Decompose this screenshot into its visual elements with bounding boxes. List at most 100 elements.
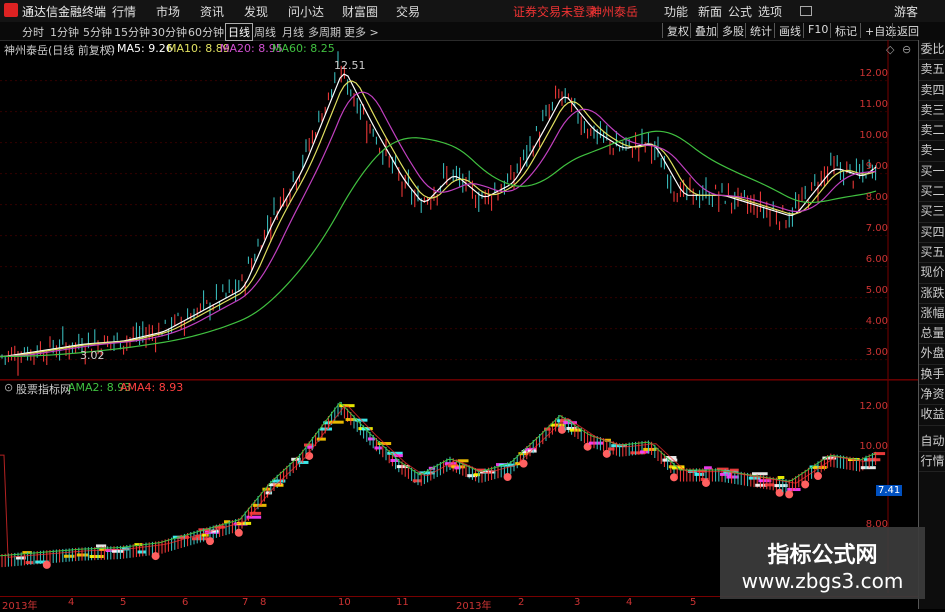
signal-mark: [374, 446, 382, 450]
btn-back[interactable]: 返回: [892, 23, 919, 38]
period-weekly[interactable]: 周线: [254, 24, 276, 40]
x-label: 2013年: [456, 601, 492, 612]
x-label: 3: [574, 597, 581, 608]
btn-overlay[interactable]: 叠加: [690, 23, 717, 38]
ama4-legend: AMA4: 8.93: [120, 381, 184, 394]
ma-line: [0, 130, 877, 358]
x-label: 2: [518, 597, 525, 608]
watermark-url: www.zbgs3.com: [741, 569, 904, 593]
side-tab-quotes[interactable]: 行情: [919, 452, 945, 473]
side-panel: 委比 卖五 卖四 卖三 卖二 卖一 买一 买二 买三 买四 买五 现价 涨跌 涨…: [918, 40, 945, 609]
btn-draw[interactable]: 画线: [774, 23, 801, 38]
guest-label[interactable]: 游客: [894, 3, 918, 20]
x-label: 5: [120, 597, 127, 608]
period-toolbar: 分时 1分钟 5分钟 15分钟 30分钟 60分钟 日线 周线 月线 多周期 更…: [0, 22, 945, 41]
side-tab[interactable]: 卖一: [919, 141, 945, 162]
side-tab[interactable]: 涨跌: [919, 284, 945, 304]
indicator-settings-icon[interactable]: ⊙: [4, 381, 13, 394]
period-daily[interactable]: 日线: [225, 23, 253, 41]
y-label: 12.00: [859, 68, 888, 79]
btn-mark[interactable]: 标记: [830, 23, 857, 38]
menu-new-page[interactable]: 新面: [698, 3, 722, 20]
menu-trade[interactable]: 交易: [396, 3, 420, 20]
login-status[interactable]: 证券交易未登录: [513, 3, 597, 20]
signal-dot: [503, 473, 512, 482]
kline-chart[interactable]: 神州泰岳(日线 前复权) ⊙ MA5: 9.26 MA10: 8.89 MA20…: [0, 40, 918, 385]
side-tab[interactable]: 买四: [919, 223, 945, 243]
period-monthly[interactable]: 月线: [282, 24, 304, 40]
side-tab[interactable]: 卖二: [919, 121, 945, 142]
high-annotation: 12.51: [334, 59, 366, 72]
period-60min[interactable]: 60分钟: [188, 24, 224, 40]
side-tab[interactable]: 换手: [919, 365, 945, 386]
low-annotation: 3.02: [80, 349, 105, 362]
side-tab[interactable]: 外盘: [919, 344, 945, 365]
collapse-icon[interactable]: ⊖: [902, 43, 911, 56]
ma-line: [0, 73, 877, 358]
period-5min[interactable]: 5分钟: [83, 24, 112, 40]
signal-mark: [726, 475, 739, 479]
period-timeshare[interactable]: 分时: [22, 24, 44, 40]
side-tab[interactable]: 委比: [919, 40, 945, 61]
menu-discover[interactable]: 发现: [244, 3, 268, 20]
side-tab[interactable]: 卖四: [919, 81, 945, 101]
period-30min[interactable]: 30分钟: [151, 24, 187, 40]
ma-line: [0, 80, 877, 358]
stock-name-title: 神州泰岳: [590, 5, 639, 19]
y-label: 7.00: [865, 223, 888, 234]
x-label: 4: [68, 597, 75, 608]
menu-options[interactable]: 选项: [758, 3, 782, 20]
side-tab[interactable]: 现价: [919, 263, 945, 284]
side-tab[interactable]: 卖五: [919, 60, 945, 81]
price-tag: 7.41: [876, 485, 903, 496]
settings-icon[interactable]: ⊙: [106, 42, 115, 55]
ma-line: [0, 91, 877, 358]
side-tab[interactable]: 买三: [919, 202, 945, 223]
window-icon[interactable]: [800, 6, 812, 16]
side-tab[interactable]: 总量: [919, 324, 945, 345]
btn-f10[interactable]: F10: [803, 23, 828, 38]
chart-title: 神州泰岳(日线 前复权): [4, 44, 116, 57]
period-15min[interactable]: 15分钟: [114, 24, 150, 40]
diamond-icon[interactable]: ◇: [886, 43, 894, 56]
signal-mark: [752, 472, 768, 476]
signal-dot: [234, 528, 243, 537]
btn-add-watchlist[interactable]: +自选: [860, 23, 896, 38]
signal-dot: [814, 472, 822, 481]
x-label: 4: [626, 597, 633, 608]
side-tab[interactable]: 买五: [919, 243, 945, 264]
menu-wealth[interactable]: 财富圈: [342, 3, 378, 20]
signal-mark: [758, 479, 772, 483]
signal-mark: [729, 468, 739, 472]
side-tab[interactable]: 卖三: [919, 101, 945, 122]
period-multi[interactable]: 多周期: [308, 24, 341, 40]
side-tab[interactable]: 买一: [919, 162, 945, 183]
y-label: 6.00: [865, 254, 888, 265]
menu-function[interactable]: 功能: [664, 3, 688, 20]
side-tab-auto[interactable]: 自动: [919, 432, 945, 452]
menu-market[interactable]: 市场: [156, 3, 180, 20]
btn-stats[interactable]: 统计: [745, 23, 772, 38]
menu-quotes[interactable]: 行情: [112, 3, 136, 20]
app-title: 通达信金融终端: [22, 5, 107, 19]
menu-wenxiaoda[interactable]: 问小达: [288, 3, 324, 20]
signal-mark: [860, 466, 876, 470]
period-1min[interactable]: 1分钟: [50, 24, 79, 40]
signal-mark: [720, 472, 733, 476]
menu-formula[interactable]: 公式: [728, 3, 752, 20]
y-label: 8.00: [865, 192, 888, 203]
side-tab[interactable]: 涨幅: [919, 304, 945, 325]
signal-mark: [76, 553, 90, 557]
x-label: 5: [690, 597, 697, 608]
side-tab[interactable]: 买二: [919, 182, 945, 203]
menu-news[interactable]: 资讯: [200, 3, 224, 20]
period-more[interactable]: 更多 >: [344, 24, 379, 40]
side-tab[interactable]: 净资: [919, 385, 945, 406]
signal-mark: [25, 561, 34, 565]
btn-adjust[interactable]: 复权: [662, 23, 689, 38]
signal-dot: [785, 490, 794, 499]
watermark: 指标公式网 www.zbgs3.com: [720, 527, 925, 599]
btn-multi-stock[interactable]: 多股: [717, 23, 744, 38]
y-label: 9.00: [865, 161, 888, 172]
side-tab[interactable]: 收益: [919, 405, 945, 426]
